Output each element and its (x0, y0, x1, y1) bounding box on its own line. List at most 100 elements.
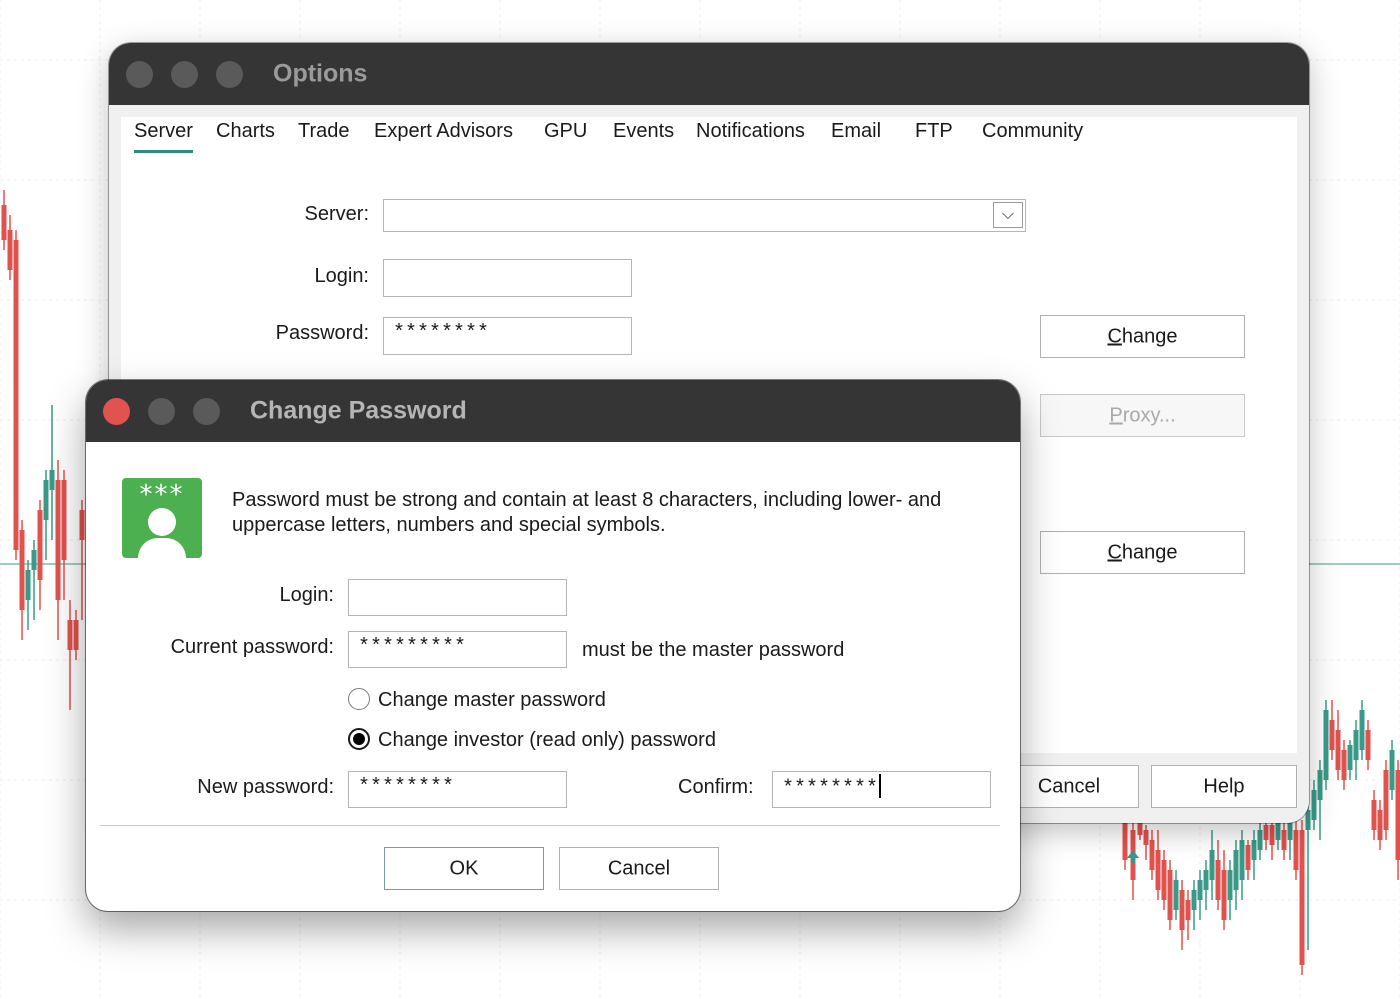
tab-gpu[interactable]: GPU (544, 120, 587, 143)
candle-body (1209, 850, 1215, 880)
tab-ftp[interactable]: FTP (915, 120, 953, 143)
candle-body (1191, 890, 1197, 910)
candle-body (1299, 830, 1305, 965)
trade-arrow-icon (1127, 850, 1139, 858)
dialog-login-input[interactable] (348, 579, 567, 616)
proxy-button[interactable]: Proxy... (1040, 394, 1245, 437)
tab-server[interactable]: Server (134, 120, 193, 153)
confirm-password-input[interactable]: ******** (772, 771, 991, 808)
change-password-button[interactable]: Change (1040, 315, 1245, 358)
candle-body (1221, 870, 1227, 920)
radio-change-master[interactable]: Change master password (348, 687, 606, 712)
tab-community[interactable]: Community (982, 120, 1083, 143)
server-label: Server: (304, 203, 369, 225)
candle-body (49, 470, 55, 490)
candle-body (1263, 825, 1269, 840)
candle-body (1245, 845, 1251, 870)
maximize-dialog-button[interactable] (193, 397, 220, 425)
window-title: Options (273, 59, 368, 88)
candle-body (1233, 850, 1239, 890)
candle-body (1311, 790, 1317, 820)
text-caret (879, 774, 881, 798)
candle-body (1389, 750, 1395, 790)
candle-body (1353, 730, 1359, 760)
candle-body (1377, 810, 1383, 840)
dialog-title: Change Password (250, 396, 467, 425)
candle-body (1143, 830, 1149, 845)
new-password-input[interactable]: ******** (348, 771, 567, 808)
minimize-window-button[interactable] (171, 60, 198, 88)
password-user-icon: *** (122, 478, 202, 558)
tab-charts[interactable]: Charts (216, 120, 275, 143)
password-requirements-text: Password must be strong and contain at l… (232, 489, 942, 536)
dialog-titlebar: Change Password (86, 380, 1020, 442)
candle-body (1275, 820, 1281, 840)
close-window-button[interactable] (126, 60, 153, 88)
candle-body (1395, 770, 1400, 860)
candle-body (1251, 840, 1257, 860)
candle-body (1239, 840, 1245, 880)
tab-events[interactable]: Events (613, 120, 674, 143)
close-dialog-button[interactable] (103, 397, 130, 425)
candle-body (1341, 750, 1347, 780)
candle-body (1323, 710, 1329, 780)
login-label: Login: (314, 265, 370, 287)
current-password-label: Current password: (170, 636, 334, 658)
candle-body (1281, 830, 1287, 850)
candle-body (61, 480, 67, 560)
candle-body (1203, 870, 1209, 890)
maximize-window-button[interactable] (216, 60, 243, 88)
candle-body (1173, 880, 1179, 910)
options-titlebar: Options (109, 43, 1309, 105)
login-input[interactable] (383, 259, 632, 297)
chevron-down-icon[interactable]: ⌵ (993, 202, 1023, 228)
candle-body (1329, 720, 1335, 750)
candle-body (1359, 710, 1365, 750)
candle-body (13, 240, 19, 550)
candle-body (79, 510, 85, 540)
change-password-dialog: Change Password *** Password must be str… (86, 380, 1020, 911)
new-password-label: New password: (197, 776, 334, 798)
candle-body (19, 530, 25, 610)
options-help-button[interactable]: Help (1151, 765, 1297, 808)
candle-body (1167, 870, 1173, 920)
candle-body (1137, 822, 1143, 835)
candle-body (67, 620, 73, 650)
dialog-divider (100, 825, 1000, 826)
minimize-dialog-button[interactable] (148, 397, 175, 425)
server-select[interactable]: ⌵ (383, 199, 1026, 232)
candle-body (1383, 770, 1389, 830)
candle-body (1185, 900, 1191, 920)
candle-body (1293, 830, 1299, 870)
change-button-2[interactable]: Change (1040, 531, 1245, 574)
candle-body (1, 205, 7, 240)
radio-change-investor[interactable]: Change investor (read only) password (348, 727, 716, 752)
tab-expert-advisors[interactable]: Expert Advisors (374, 120, 513, 143)
candle-body (1257, 830, 1263, 850)
dialog-cancel-button[interactable]: Cancel (559, 847, 719, 890)
password-input[interactable]: ******** (383, 317, 632, 355)
candle-body (1197, 880, 1203, 900)
candle-body (55, 480, 61, 600)
trade-arrow-stem (1131, 857, 1135, 863)
candle-body (37, 510, 43, 580)
tab-trade[interactable]: Trade (298, 120, 350, 143)
candle-body (1365, 730, 1371, 760)
candle-body (1149, 840, 1155, 870)
candle-body (1287, 820, 1293, 840)
candle-body (1371, 800, 1377, 830)
current-password-input[interactable]: ********* (348, 631, 567, 668)
candle-body (7, 230, 13, 270)
tab-notifications[interactable]: Notifications (696, 120, 805, 143)
dialog-login-label: Login: (279, 584, 335, 606)
candle-body (1215, 860, 1221, 900)
tab-email[interactable]: Email (831, 120, 881, 143)
ok-button[interactable]: OK (384, 847, 544, 890)
candle-body (73, 620, 79, 650)
candle-body (1179, 890, 1185, 930)
radio-master-button[interactable] (348, 687, 370, 710)
radio-investor-button[interactable] (348, 727, 370, 750)
current-password-hint: must be the master password (582, 639, 845, 661)
candle-body (1269, 825, 1275, 845)
options-cancel-button[interactable]: Cancel (999, 765, 1139, 808)
